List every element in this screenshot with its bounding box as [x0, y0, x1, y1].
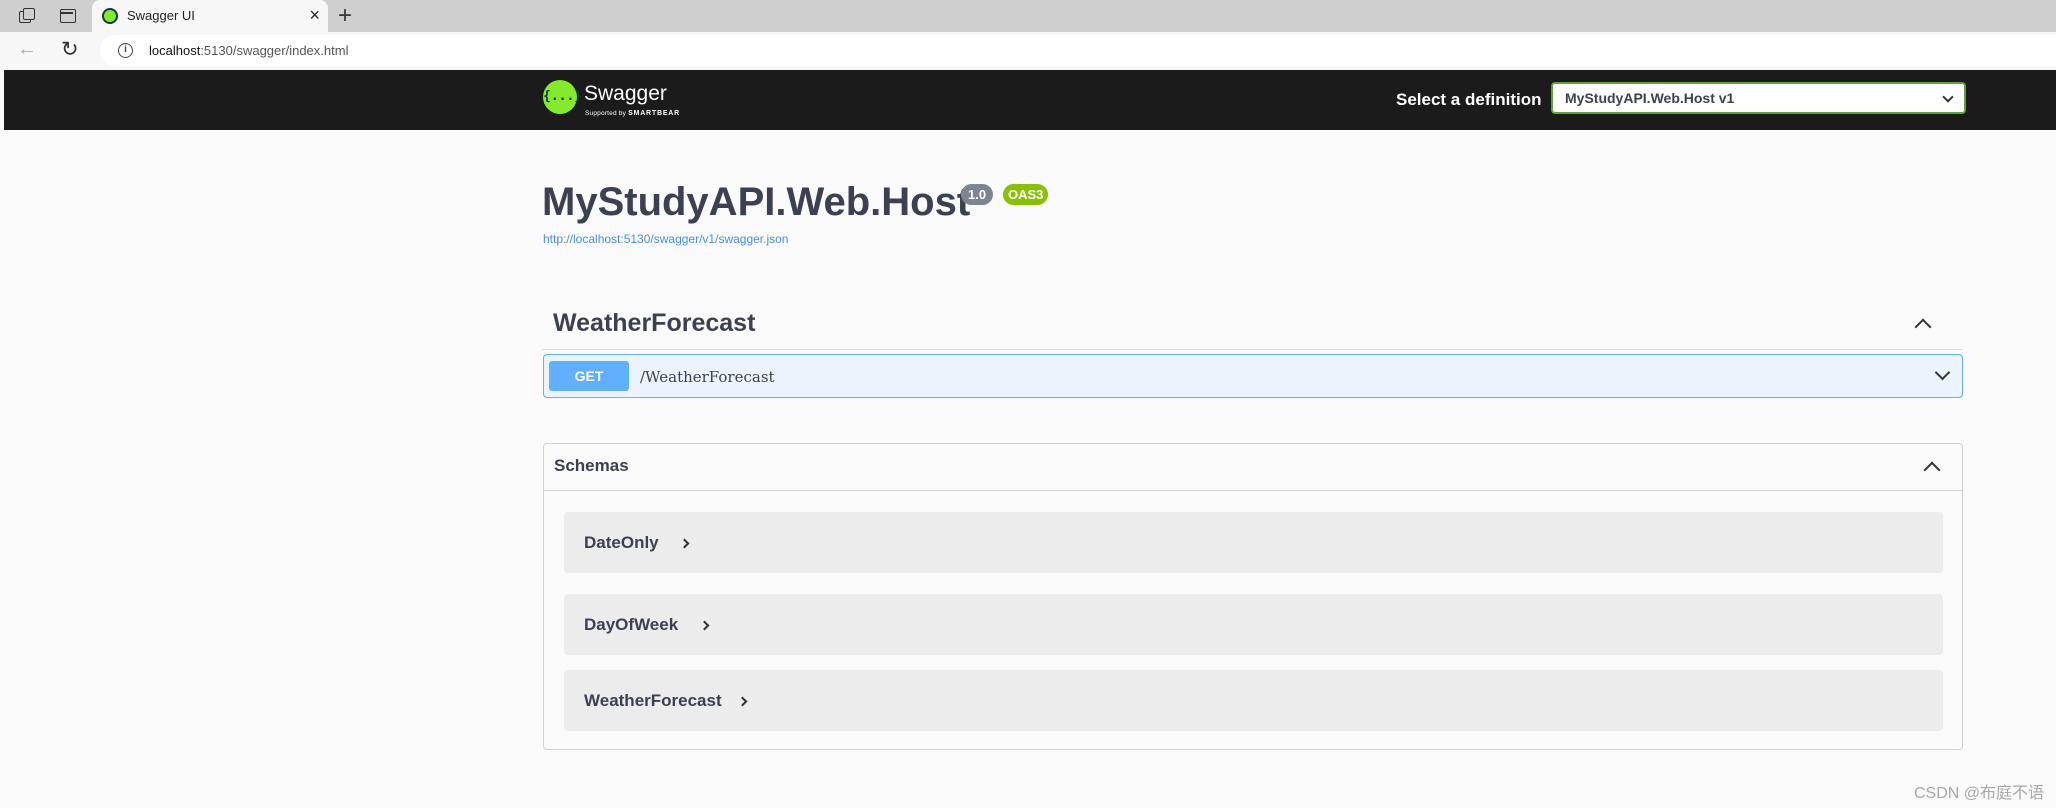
chevron-right-icon [679, 538, 690, 549]
schemas-section: Schemas DateOnly DayOfWeek WeatherForeca… [543, 443, 1963, 750]
swagger-logo-icon: {...} [543, 80, 582, 114]
url-field[interactable]: i localhost:5130/swagger/index.html [100, 35, 2056, 66]
chevron-down-icon[interactable] [1934, 364, 1951, 381]
oas-badge: OAS3 [1003, 184, 1049, 205]
back-arrow-icon[interactable]: ← [17, 38, 37, 61]
watermark: CSDN @布庭不语 [1913, 785, 2044, 802]
workspaces-icon[interactable] [17, 7, 35, 25]
schema-name: WeatherForecast [584, 691, 722, 710]
definition-select[interactable]: MyStudyAPI.Web.Host v1 [1551, 82, 1966, 114]
browser-tab-bar: Swagger UI × + [0, 0, 2056, 32]
logo-text: Swagger [584, 82, 667, 105]
schema-name: DayOfWeek [584, 615, 679, 634]
schema-item-dateonly[interactable]: DateOnly [564, 512, 1943, 573]
api-title: MyStudyAPI.Web.Host [542, 180, 971, 224]
close-icon[interactable]: × [309, 5, 320, 25]
chevron-right-icon [699, 620, 710, 631]
schema-item-dayofweek[interactable]: DayOfWeek [564, 594, 1943, 655]
url-text[interactable]: localhost:5130/swagger/index.html [149, 43, 348, 58]
schemas-header[interactable]: Schemas [544, 444, 1962, 491]
spec-url-link[interactable]: http://localhost:5130/swagger/v1/swagger… [543, 232, 788, 246]
tab-title: Swagger UI [127, 8, 195, 23]
site-info-icon[interactable]: i [118, 43, 133, 58]
chevron-down-icon [1942, 91, 1954, 103]
schemas-title: Schemas [554, 456, 629, 475]
version-badge: 1.0 [961, 184, 994, 205]
address-bar: ← ↻ i localhost:5130/swagger/index.html [0, 32, 2056, 70]
logo-subtext: Supported by SMARTBEAR [585, 110, 681, 117]
swagger-topbar: {...} Swagger Supported by SMARTBEAR Sel… [4, 70, 2056, 130]
definition-value: MyStudyAPI.Web.Host v1 [1565, 90, 1735, 106]
schema-name: DateOnly [584, 533, 659, 552]
vertical-tabs-icon[interactable] [59, 7, 77, 25]
chevron-up-icon[interactable] [1914, 318, 1932, 336]
method-badge: GET [549, 361, 629, 391]
reload-icon[interactable]: ↻ [61, 37, 79, 62]
chevron-right-icon [737, 696, 748, 707]
definition-label: Select a definition [1396, 90, 1542, 109]
chevron-up-icon[interactable] [1923, 461, 1941, 479]
schema-item-weatherforecast[interactable]: WeatherForecast [564, 670, 1943, 731]
swagger-favicon-icon [102, 8, 118, 24]
tag-header-weatherforecast[interactable]: WeatherForecast [542, 300, 1963, 350]
browser-tab[interactable]: Swagger UI × [92, 0, 328, 32]
swagger-logo[interactable]: {...} Swagger Supported by SMARTBEAR [543, 79, 693, 121]
operation-path: /WeatherForecast [640, 368, 775, 386]
operation-get-weatherforecast[interactable]: GET /WeatherForecast [543, 354, 1963, 398]
tag-name: WeatherForecast [553, 309, 756, 337]
new-tab-icon[interactable]: + [338, 2, 352, 30]
